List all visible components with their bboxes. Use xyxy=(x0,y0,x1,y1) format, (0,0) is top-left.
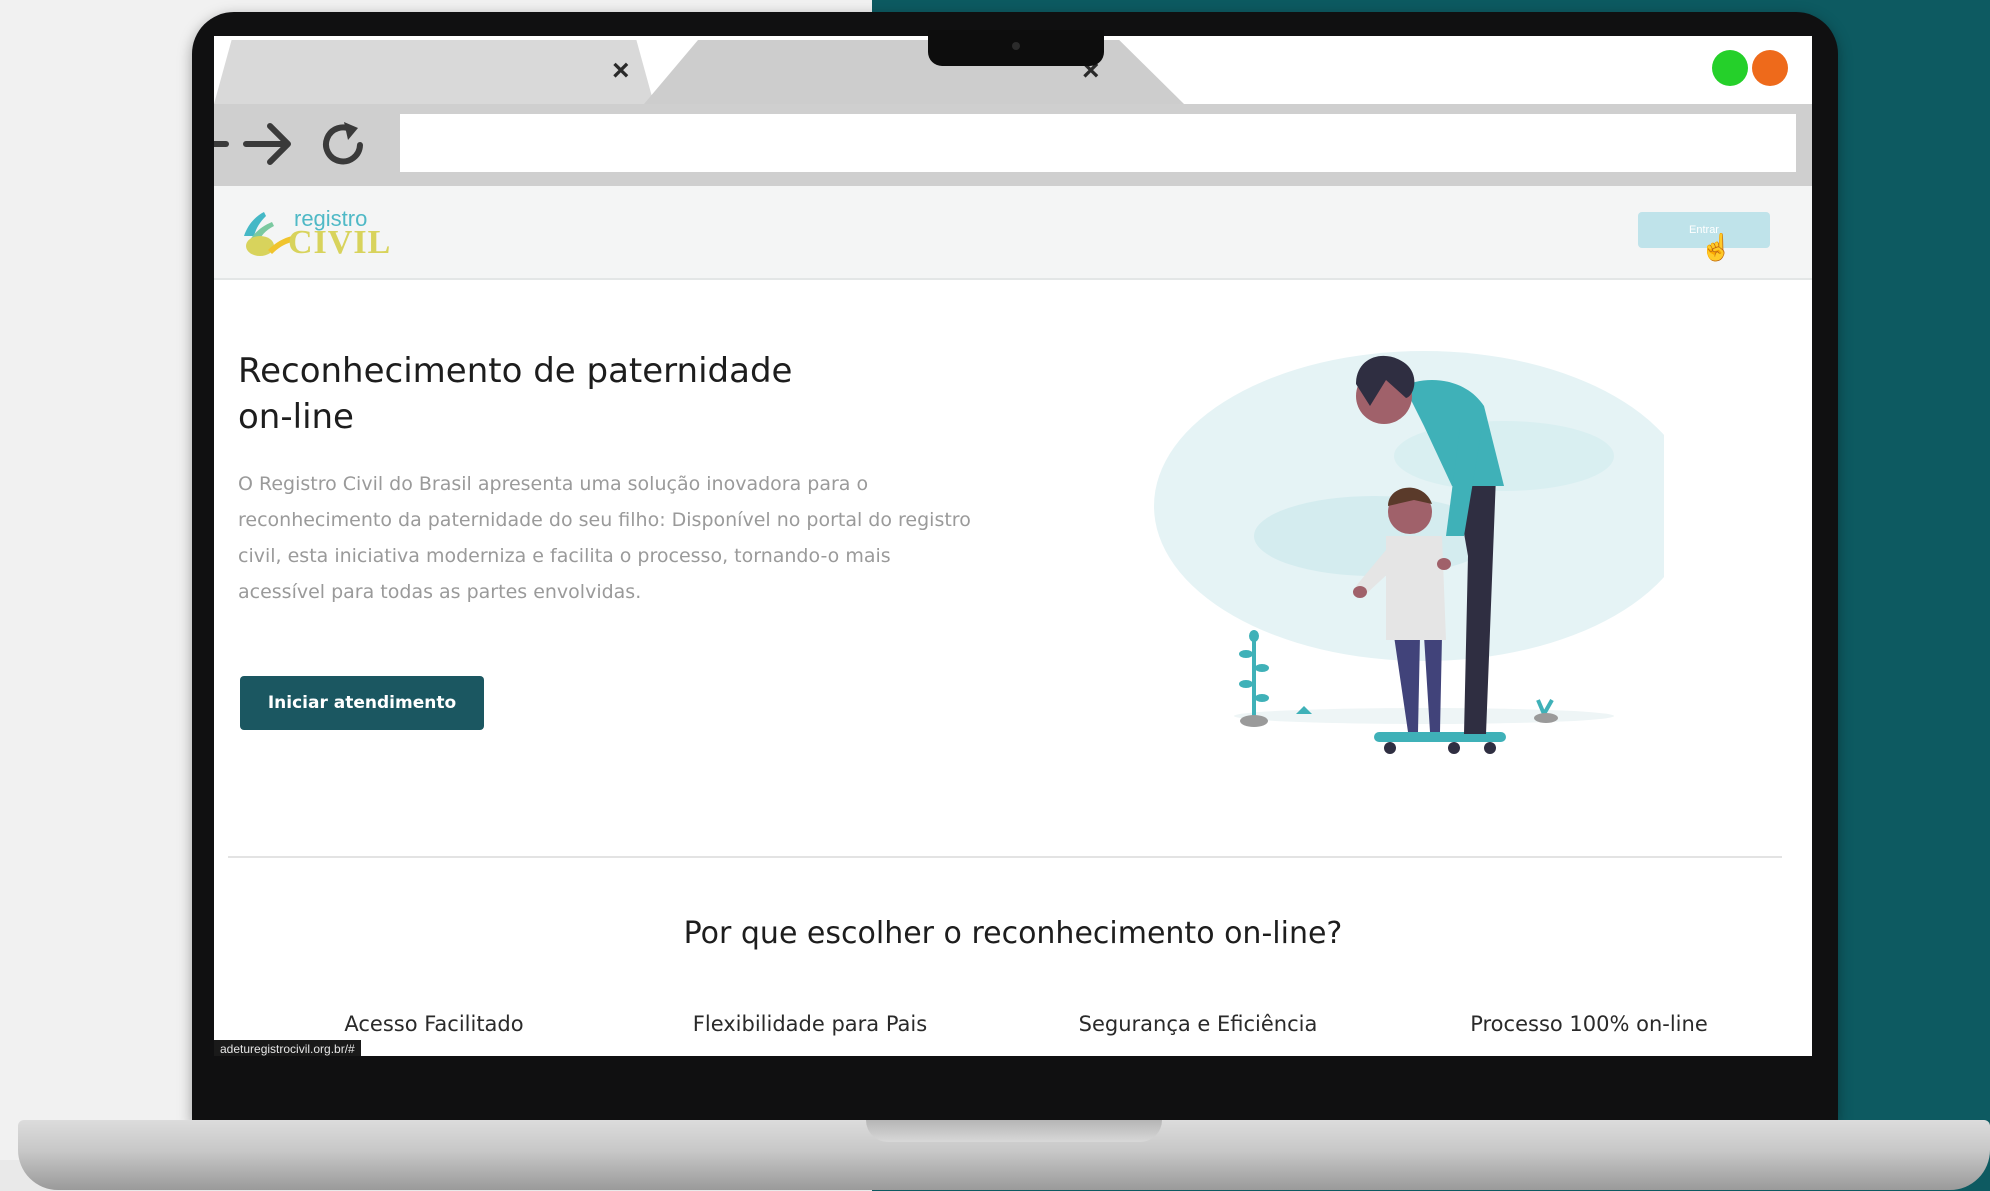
father-son-skateboard-illustration xyxy=(1154,351,1664,754)
section-divider xyxy=(228,856,1782,858)
feature-flexibilidade: Flexibilidade para Pais xyxy=(692,1012,928,1036)
site-header: registro CIVIL Entrar ☝ xyxy=(214,186,1812,280)
why-choose-title: Por que escolher o reconhecimento on-lin… xyxy=(683,916,1343,951)
feature-processo-online: Processo 100% on-line xyxy=(1470,1012,1708,1036)
logo-text-bottom: CIVIL xyxy=(288,224,392,261)
status-bar-url: adeturegistrocivil.org.br/# xyxy=(214,1040,361,1056)
registro-civil-logo[interactable]: registro CIVIL xyxy=(238,204,398,264)
tab-1-close-icon[interactable]: × xyxy=(612,56,630,86)
forward-arrow-icon[interactable] xyxy=(242,118,294,170)
hand-cursor-icon: ☝ xyxy=(1700,232,1733,262)
hero-description: O Registro Civil do Brasil apresenta uma… xyxy=(238,473,971,603)
back-arrow-icon[interactable] xyxy=(214,122,230,166)
laptop-screen: × × registro CIVIL Entrar ☝ Reconhecimen… xyxy=(214,36,1812,1056)
feature-seguranca: Segurança e Eficiência xyxy=(1078,1012,1318,1036)
browser-toolbar xyxy=(214,104,1812,186)
address-bar-input[interactable] xyxy=(400,114,1796,172)
window-maximize-icon[interactable] xyxy=(1712,50,1748,86)
feature-acesso-facilitado: Acesso Facilitado xyxy=(344,1012,524,1036)
reload-icon[interactable] xyxy=(314,116,372,174)
browser-tab-1[interactable] xyxy=(214,40,654,104)
window-close-icon[interactable] xyxy=(1752,50,1788,86)
start-service-button[interactable]: Iniciar atendimento xyxy=(240,676,484,730)
webcam-notch xyxy=(928,30,1104,66)
laptop-opening-notch xyxy=(866,1120,1162,1142)
hero-title: Reconhecimento de paternidade on-line xyxy=(238,351,793,437)
